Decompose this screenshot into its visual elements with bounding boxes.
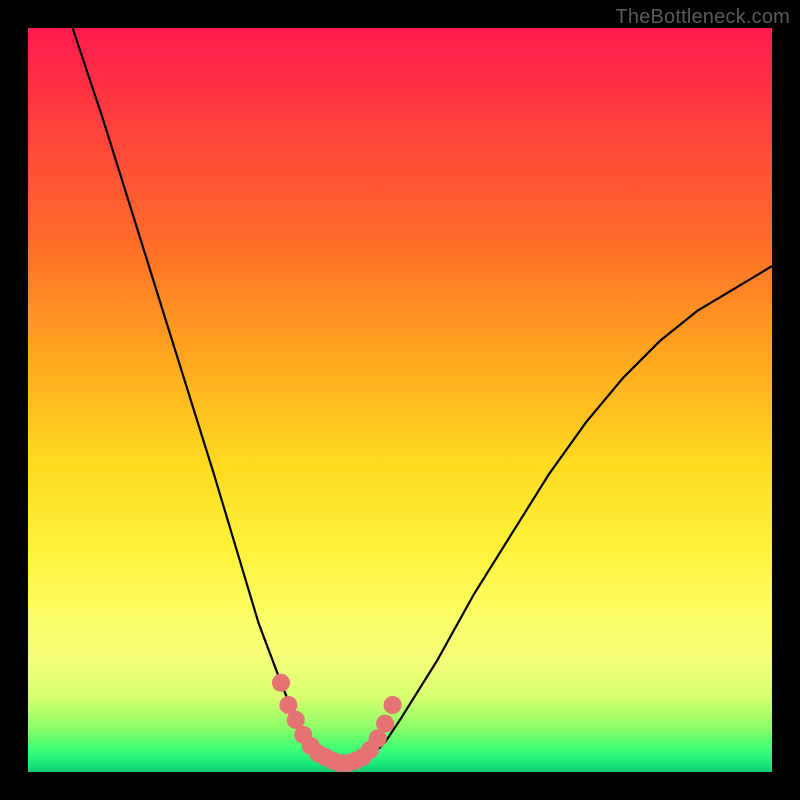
data-marker [376, 715, 394, 733]
bottleneck-curve [73, 28, 772, 765]
data-marker [384, 696, 402, 714]
bottleneck-curve-svg [28, 28, 772, 772]
chart-frame: TheBottleneck.com [0, 0, 800, 800]
plot-area [28, 28, 772, 772]
data-marker [272, 674, 290, 692]
watermark-text: TheBottleneck.com [615, 6, 790, 29]
